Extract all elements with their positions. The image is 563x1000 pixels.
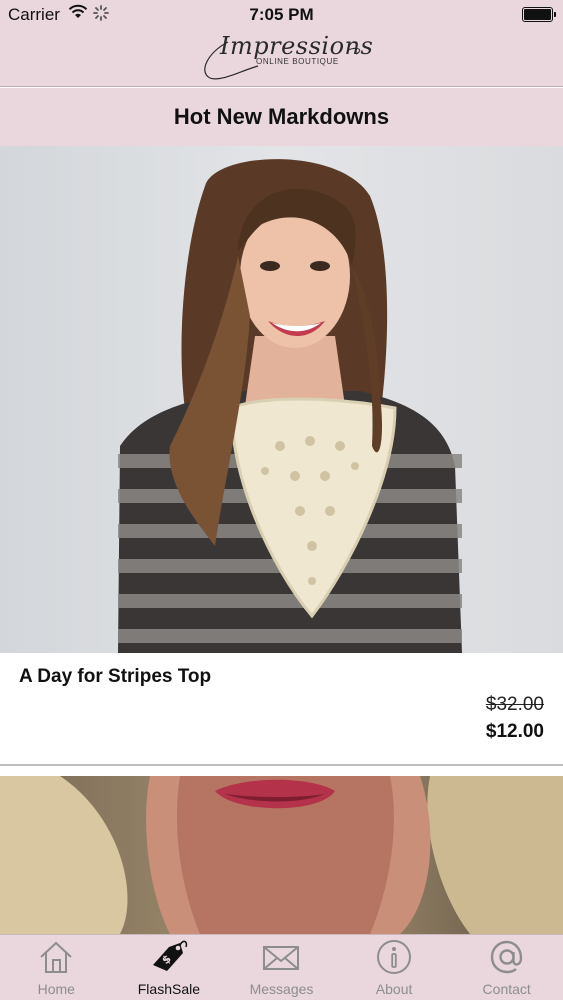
info-icon xyxy=(374,937,414,977)
product-original-price: $32.00 xyxy=(485,694,544,715)
product-card[interactable]: A Day for Stripes Top $32.00 $12.00 xyxy=(0,146,563,766)
logo-subtitle: ONLINE BOUTIQUE xyxy=(256,57,339,66)
app-header: Impressions ONLINE BOUTIQUE xyxy=(0,30,563,87)
home-icon xyxy=(36,937,76,977)
logo-script-text: Impressions xyxy=(220,32,374,60)
tab-about[interactable]: About xyxy=(338,935,451,1000)
tab-flashsale-label: FlashSale xyxy=(137,981,201,997)
tab-messages[interactable]: Messages xyxy=(225,935,338,1000)
tab-contact-label: Contact xyxy=(482,981,531,997)
product-name[interactable]: A Day for Stripes Top xyxy=(19,666,211,688)
tab-about-label: About xyxy=(375,981,413,997)
battery-icon xyxy=(522,7,556,22)
tab-flashsale[interactable]: $ FlashSale xyxy=(113,935,226,1000)
tab-bar: Home $ FlashSale Messages About Contact xyxy=(0,934,563,1000)
tab-home[interactable]: Home xyxy=(0,935,113,1000)
status-time: 7:05 PM xyxy=(249,5,314,24)
product-sale-price: $12.00 xyxy=(485,721,544,742)
product-photo[interactable] xyxy=(0,146,563,653)
tab-messages-label: Messages xyxy=(249,981,314,997)
page-title: Hot New Markdowns xyxy=(173,104,390,129)
boutique-logo[interactable]: Impressions ONLINE BOUTIQUE xyxy=(198,32,373,84)
tab-contact[interactable]: Contact xyxy=(450,935,563,1000)
envelope-icon xyxy=(261,937,301,977)
tab-home-label: Home xyxy=(37,981,75,997)
product-photo-next[interactable] xyxy=(0,776,563,934)
status-bar: Carrier 7:05 PM xyxy=(0,0,563,30)
at-sign-icon xyxy=(487,937,527,977)
product-card-next[interactable] xyxy=(0,776,563,934)
page-title-bar: Hot New Markdowns xyxy=(0,88,563,146)
price-tag-icon: $ xyxy=(149,937,189,977)
